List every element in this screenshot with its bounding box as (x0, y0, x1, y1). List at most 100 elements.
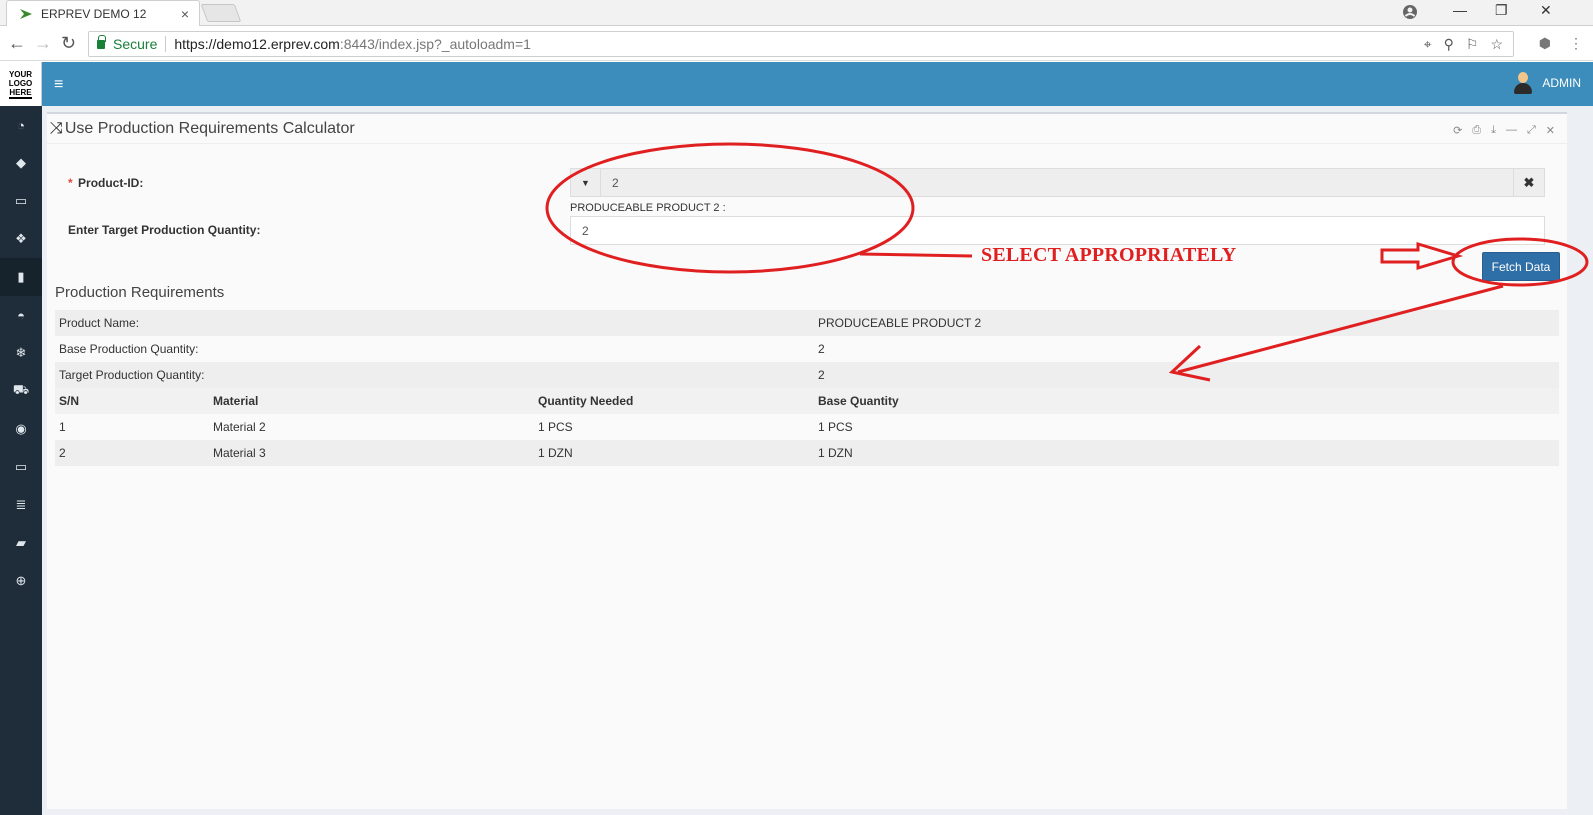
shuffle-icon: ⤨ (50, 119, 63, 137)
target-quantity-input[interactable] (570, 216, 1545, 245)
target-quantity-label: Enter Target Production Quantity: (68, 223, 261, 237)
user-menu[interactable]: ADMIN (1514, 72, 1581, 94)
column-header: Base Quantity (818, 394, 899, 408)
url-path: :8443/index.jsp?_autoloadm=1 (339, 36, 531, 52)
extension-icon[interactable]: ⬢ (1539, 35, 1551, 52)
avatar (1514, 72, 1533, 94)
tab-close-icon[interactable]: × (181, 6, 189, 22)
cell-material: Material 2 (213, 420, 266, 434)
table-row: 1 Material 2 1 PCS 1 PCS (55, 414, 1559, 440)
product-id-value: 2 (612, 175, 619, 190)
caret-down-icon[interactable]: ▼ (571, 169, 601, 196)
logo-line: HERE (9, 87, 32, 99)
requirements-table: Product Name: PRODUCEABLE PRODUCT 2 Base… (55, 310, 1559, 466)
browser-tab-bar: ERPREV DEMO 12 × — ❐ ✕ (0, 0, 1593, 26)
spotify-icon[interactable]: ◉ (0, 410, 42, 448)
summary-value: 2 (818, 342, 825, 356)
cell-sn: 2 (59, 446, 66, 460)
bucket-icon[interactable]: ◓ (0, 296, 42, 334)
table-header-row: S/N Material Quantity Needed Base Quanti… (55, 388, 1559, 414)
panel-tools: ⟳ ⎙ ⤓ — ⤢ ✕ (1453, 124, 1555, 137)
url-host: https://demo12.erprev.com (174, 36, 340, 52)
lock-icon (97, 34, 106, 49)
annotation-text: SELECT APPROPRIATELY (981, 244, 1237, 266)
screen: ERPREV DEMO 12 × — ❐ ✕ ← → ↻ Secure http… (0, 0, 1593, 815)
zoom-icon[interactable]: ⚲ (1444, 36, 1454, 53)
menu-toggle-icon[interactable]: ≡ (54, 76, 63, 94)
cell-quantity-needed: 1 DZN (538, 446, 573, 460)
forward-icon[interactable]: → (34, 33, 52, 54)
panel-header: ⤨ Use Production Requirements Calculator (47, 114, 1567, 144)
fetch-data-button[interactable]: Fetch Data (1482, 252, 1560, 281)
calculator-panel: ⤨ Use Production Requirements Calculator… (47, 112, 1567, 809)
money-icon[interactable]: ▭ (0, 182, 42, 220)
book-icon[interactable]: ▰ (0, 524, 42, 562)
collapse-icon[interactable]: — (1506, 124, 1517, 137)
summary-value: 2 (818, 368, 825, 382)
cell-quantity-needed: 1 PCS (538, 420, 573, 434)
close-icon[interactable]: ✕ (1546, 124, 1555, 137)
pin-icon[interactable]: ⚐ (1466, 36, 1479, 53)
profile-icon[interactable] (1402, 4, 1418, 20)
logo-line: LOGO (8, 78, 33, 88)
restore-icon[interactable]: ❐ (1495, 2, 1508, 19)
cell-material: Material 3 (213, 446, 266, 460)
product-id-label-text: Product-ID: (78, 176, 144, 190)
url-separator (165, 36, 167, 52)
summary-label: Product Name: (59, 316, 140, 330)
minimize-icon[interactable]: — (1453, 2, 1467, 18)
clear-selection-icon[interactable]: ✖ (1513, 169, 1544, 196)
dashboard-icon[interactable]: ◔ (0, 106, 42, 144)
cart-icon[interactable]: ⛟ (0, 372, 42, 410)
table-row: 2 Material 3 1 DZN 1 DZN (55, 440, 1559, 466)
tab-title: ERPREV DEMO 12 (41, 6, 147, 21)
refresh-icon[interactable]: ⟳ (1453, 124, 1462, 137)
summary-row: Target Production Quantity: 2 (55, 362, 1559, 388)
cell-sn: 1 (59, 420, 66, 434)
snowflake-icon[interactable]: ❄ (0, 334, 42, 372)
url-field[interactable]: Secure https://demo12.erprev.com :8443/i… (88, 31, 1514, 57)
panel-title: Use Production Requirements Calculator (64, 119, 355, 137)
back-icon[interactable]: ← (8, 33, 26, 54)
building-icon[interactable]: ▮ (0, 258, 42, 296)
required-mark: * (68, 176, 73, 190)
summary-row: Base Production Quantity: 2 (55, 336, 1559, 362)
desktop-icon[interactable]: ▭ (0, 448, 42, 486)
column-header: Material (213, 394, 259, 408)
company-logo[interactable]: YOUR LOGO HERE (0, 62, 42, 106)
bookmark-star-icon[interactable]: ☆ (1490, 36, 1503, 53)
logo-line: YOUR (8, 69, 33, 79)
erprev-favicon-icon (20, 8, 32, 19)
browser-address-bar: ← → ↻ Secure https://demo12.erprev.com :… (0, 27, 1593, 61)
product-hint: PRODUCEABLE PRODUCT 2 : (570, 202, 726, 214)
secure-label: Secure (113, 36, 158, 52)
cubes-icon[interactable]: ❖ (0, 220, 42, 258)
location-icon[interactable]: ⌖ (1424, 36, 1432, 53)
expand-icon[interactable]: ⤢ (1527, 124, 1536, 137)
product-id-select[interactable]: ▼ 2 ✖ (570, 168, 1545, 197)
summary-row: Product Name: PRODUCEABLE PRODUCT 2 (55, 310, 1559, 336)
cell-base-quantity: 1 PCS (818, 420, 853, 434)
summary-label: Target Production Quantity: (59, 368, 205, 382)
column-header: S/N (59, 394, 80, 408)
tag-icon[interactable]: ◆ (0, 144, 42, 182)
cell-base-quantity: 1 DZN (818, 446, 853, 460)
content-area: ⤨ Use Production Requirements Calculator… (42, 106, 1593, 815)
user-name: ADMIN (1542, 76, 1581, 90)
sidebar: YOUR LOGO HERE ◔ ◆ ▭ ❖ ▮ ◓ ❄ ⛟ ◉ ▭ ≣ ▰ ⊕ (0, 62, 42, 815)
product-id-label: * Product-ID: (68, 176, 143, 190)
close-window-icon[interactable]: ✕ (1540, 2, 1552, 19)
app-header: ≡ ADMIN (42, 62, 1593, 106)
new-tab-button[interactable] (200, 4, 242, 22)
summary-value: PRODUCEABLE PRODUCT 2 (818, 316, 982, 330)
database-icon[interactable]: ≣ (0, 486, 42, 524)
print-icon[interactable]: ⎙ (1472, 124, 1481, 137)
browser-menu-icon[interactable]: ⋮ (1569, 35, 1583, 52)
lifebuoy-icon[interactable]: ⊕ (0, 562, 42, 600)
download-icon[interactable]: ⤓ (1491, 124, 1496, 137)
reload-icon[interactable]: ↻ (61, 33, 76, 54)
browser-tab[interactable]: ERPREV DEMO 12 × (6, 0, 200, 26)
column-header: Quantity Needed (538, 394, 634, 408)
summary-label: Base Production Quantity: (59, 342, 199, 356)
results-title: Production Requirements (55, 284, 225, 301)
